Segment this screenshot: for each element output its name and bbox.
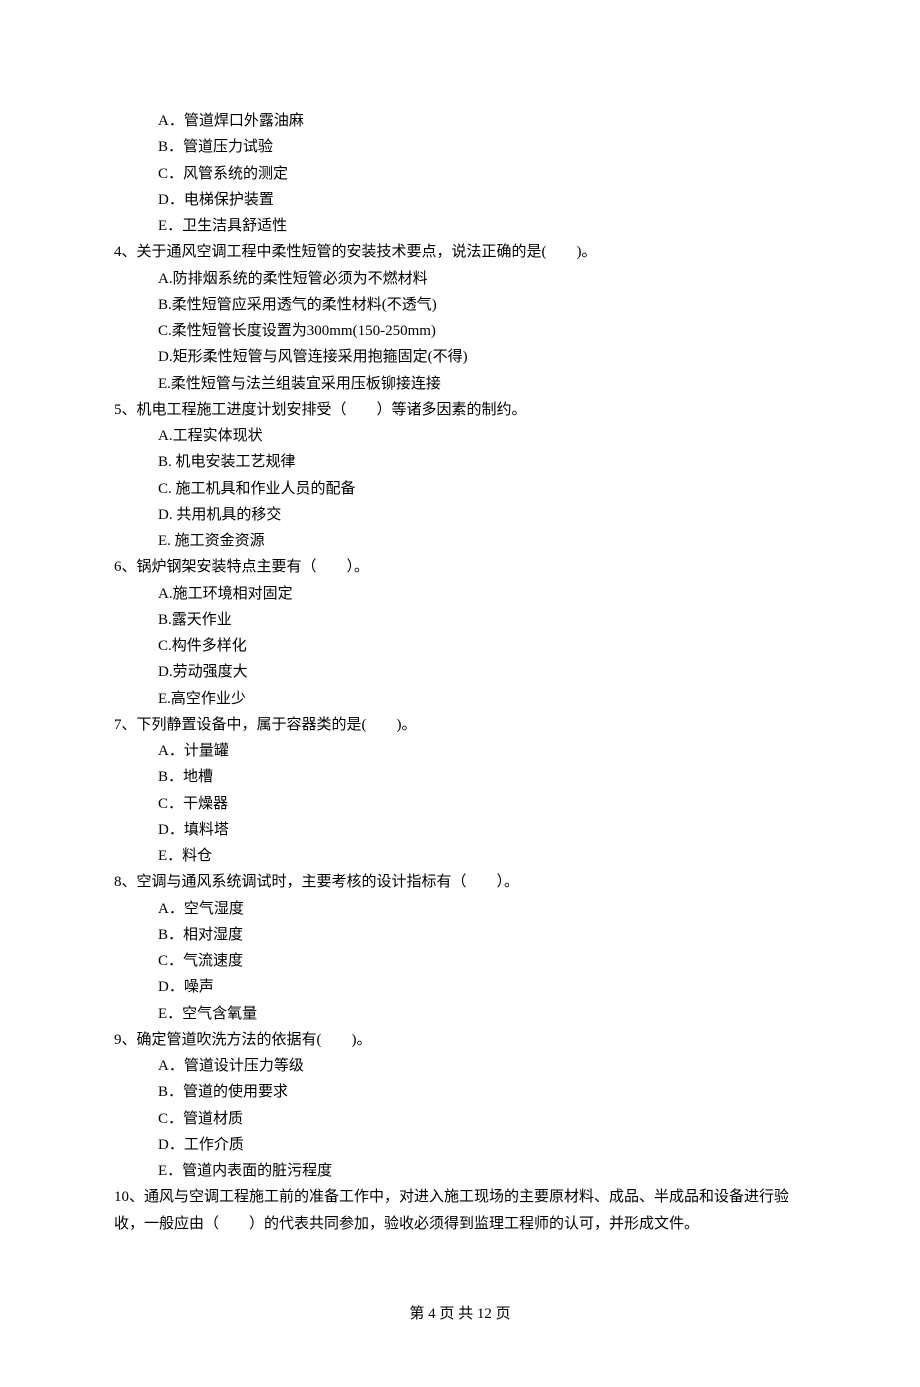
page-footer: 第 4 页 共 12 页 [114,1301,806,1327]
q8-option-b: B．相对湿度 [114,922,806,948]
q9-option-e: E．管道内表面的脏污程度 [114,1158,806,1184]
q4-option-b: B.柔性短管应采用透气的柔性材料(不透气) [114,292,806,318]
q4-option-d: D.矩形柔性短管与风管连接采用抱箍固定(不得) [114,344,806,370]
q5-option-a: A.工程实体现状 [114,423,806,449]
q5-option-d: D. 共用机具的移交 [114,502,806,528]
q9-option-b: B．管道的使用要求 [114,1079,806,1105]
q7-option-e: E．料仓 [114,843,806,869]
q3-option-c: C．风管系统的测定 [114,161,806,187]
page: A．管道焊口外露油麻 B．管道压力试验 C．风管系统的测定 D．电梯保护装置 E… [0,0,920,1387]
q9-option-a: A．管道设计压力等级 [114,1053,806,1079]
q9-stem: 9、确定管道吹洗方法的依据有( )。 [114,1027,806,1053]
q7-option-d: D．填料塔 [114,817,806,843]
q5-option-e: E. 施工资金资源 [114,528,806,554]
q3-option-a: A．管道焊口外露油麻 [114,108,806,134]
q8-option-a: A．空气湿度 [114,896,806,922]
q6-option-b: B.露天作业 [114,607,806,633]
q3-option-b: B．管道压力试验 [114,134,806,160]
q6-option-a: A.施工环境相对固定 [114,581,806,607]
q4-option-c: C.柔性短管长度设置为300mm(150-250mm) [114,318,806,344]
q4-option-a: A.防排烟系统的柔性短管必须为不燃材料 [114,266,806,292]
q5-option-c: C. 施工机具和作业人员的配备 [114,476,806,502]
q6-option-d: D.劳动强度大 [114,659,806,685]
q8-option-d: D．噪声 [114,974,806,1000]
q6-option-c: C.构件多样化 [114,633,806,659]
q7-stem: 7、下列静置设备中，属于容器类的是( )。 [114,712,806,738]
q10-stem: 10、通风与空调工程施工前的准备工作中，对进入施工现场的主要原材料、成品、半成品… [114,1184,806,1237]
q8-option-e: E．空气含氧量 [114,1001,806,1027]
q3-option-e: E．卫生洁具舒适性 [114,213,806,239]
q8-stem: 8、空调与通风系统调试时，主要考核的设计指标有（ ）。 [114,869,806,895]
q6-option-e: E.高空作业少 [114,686,806,712]
q5-stem: 5、机电工程施工进度计划安排受（ ）等诸多因素的制约。 [114,397,806,423]
q9-option-c: C．管道材质 [114,1106,806,1132]
q4-stem: 4、关于通风空调工程中柔性短管的安装技术要点，说法正确的是( )。 [114,239,806,265]
q7-option-b: B．地槽 [114,764,806,790]
q8-option-c: C．气流速度 [114,948,806,974]
q5-option-b: B. 机电安装工艺规律 [114,449,806,475]
q7-option-a: A．计量罐 [114,738,806,764]
q7-option-c: C．干燥器 [114,791,806,817]
q6-stem: 6、锅炉钢架安装特点主要有（ ）。 [114,554,806,580]
q9-option-d: D．工作介质 [114,1132,806,1158]
q3-option-d: D．电梯保护装置 [114,187,806,213]
q4-option-e: E.柔性短管与法兰组装宜采用压板铆接连接 [114,371,806,397]
